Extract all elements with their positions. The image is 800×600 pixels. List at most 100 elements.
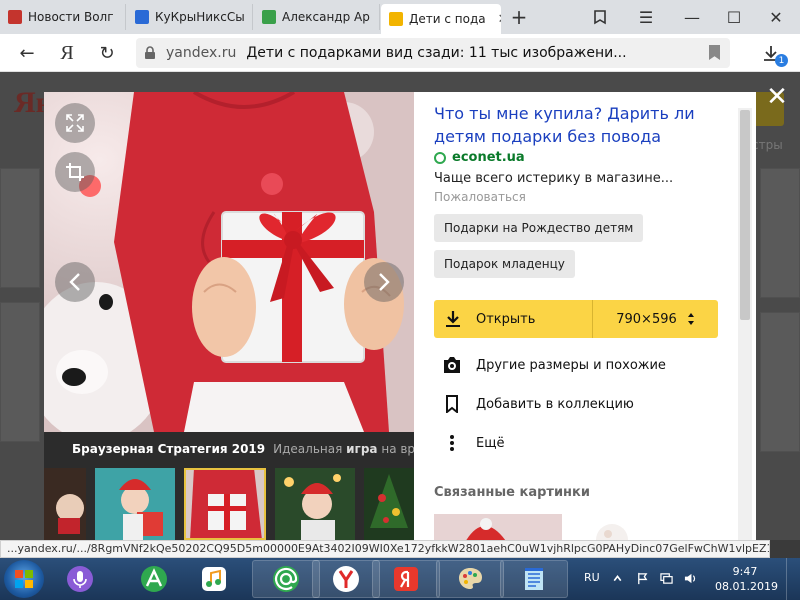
taskbar-app-a[interactable] xyxy=(120,560,188,598)
source-site-link[interactable]: econet.ua xyxy=(434,150,525,165)
strip-thumbnail-selected[interactable] xyxy=(184,468,266,540)
child-with-gift-image xyxy=(44,92,414,432)
taskbar-yandex-browser[interactable] xyxy=(312,560,380,598)
page-thumbnail xyxy=(0,302,40,442)
link-status-bar: ...yandex.ru/.../8RgmVNf2kQe50202CQ95D5m… xyxy=(0,540,770,558)
tray-chevron-icon[interactable] xyxy=(611,572,624,585)
open-image-bar: Открыть 790×596 xyxy=(434,300,718,338)
taskbar-notepad-app[interactable] xyxy=(500,560,568,598)
chevron-left-icon xyxy=(69,273,80,291)
source-page-title-link[interactable]: Что ты мне купила? Дарить ли детям подар… xyxy=(434,102,724,148)
windows-start-button[interactable] xyxy=(4,560,44,598)
green-a-app-icon xyxy=(141,566,167,592)
yandex-y-icon xyxy=(394,567,418,591)
source-domain: econet.ua xyxy=(452,150,525,165)
show-desktop-button[interactable] xyxy=(786,558,800,600)
tag-chip-baby-gift[interactable]: Подарок младенцу xyxy=(434,250,575,278)
bookmark-page-icon[interactable] xyxy=(709,45,720,60)
open-image-button[interactable]: Открыть xyxy=(434,300,592,338)
maximize-icon[interactable]: ☐ xyxy=(718,0,750,34)
taskbar-music-app[interactable] xyxy=(180,560,248,598)
url-domain: yandex.ru xyxy=(166,45,237,61)
taskbar-yandex-app[interactable] xyxy=(372,560,440,598)
yandex-logo-icon[interactable]: Я xyxy=(52,38,82,68)
microphone-icon xyxy=(67,566,93,592)
related-images-heading: Связанные картинки xyxy=(434,485,590,500)
promo-banner[interactable]: Браузерная Стратегия 2019 Идеальная игра… xyxy=(44,432,414,466)
tab-deti-s-podarkami[interactable]: Дети с пода ✕ xyxy=(381,4,501,34)
downloads-count-badge: 1 xyxy=(775,54,788,67)
scrollbar-thumb[interactable] xyxy=(740,110,750,320)
close-window-icon[interactable]: ✕ xyxy=(760,0,792,34)
close-tab-icon[interactable]: ✕ xyxy=(498,12,501,27)
yandex-browser-icon xyxy=(333,566,359,592)
tab-title: Новости Волг xyxy=(28,10,114,24)
report-link[interactable]: Пожаловаться xyxy=(434,190,526,204)
minimize-icon[interactable]: — xyxy=(676,0,708,34)
new-tab-button[interactable]: + xyxy=(503,0,535,34)
camera-search-icon xyxy=(444,357,460,373)
econet-favicon-icon xyxy=(434,151,446,164)
input-language-indicator[interactable]: RU xyxy=(584,571,600,584)
size-updown-icon xyxy=(687,313,694,325)
related-image-thumbnail[interactable] xyxy=(434,514,562,540)
back-arrow-icon[interactable]: ← xyxy=(12,38,42,68)
video-favicon-icon xyxy=(135,10,149,24)
tab-title: Александр Ар xyxy=(282,10,370,24)
tab-kukryniksy[interactable]: КуКрыНиксСы xyxy=(127,4,253,30)
volume-icon[interactable] xyxy=(684,572,697,585)
clock-date: 08.01.2019 xyxy=(715,580,778,593)
image-size-selector[interactable]: 790×596 xyxy=(593,300,718,338)
info-panel-scrollbar[interactable] xyxy=(738,108,752,540)
promo-description: Идеальная игра на времz xyxy=(273,442,414,456)
taskbar-voice-assistant[interactable] xyxy=(46,560,114,598)
network-icon[interactable] xyxy=(660,572,673,585)
expand-image-button[interactable] xyxy=(55,103,95,143)
menu-icon[interactable]: ☰ xyxy=(630,0,662,34)
strip-thumbnail[interactable] xyxy=(95,468,175,540)
more-actions-label: Ещё xyxy=(476,435,505,451)
viewer-main-image[interactable] xyxy=(44,92,414,432)
at-sign-icon xyxy=(273,566,299,592)
previous-image-button[interactable] xyxy=(55,262,95,302)
action-center-flag-icon[interactable] xyxy=(636,572,649,585)
system-clock[interactable]: 9:47 08.01.2019 xyxy=(715,564,778,594)
reload-icon[interactable]: ↻ xyxy=(92,38,122,68)
tab-title: КуКрыНиксСы xyxy=(155,10,245,24)
lock-icon xyxy=(145,46,155,59)
other-sizes-button[interactable]: Другие размеры и похожие xyxy=(442,356,666,374)
taskbar-mail-app[interactable] xyxy=(252,560,320,598)
related-image-thumbnail[interactable] xyxy=(572,514,700,540)
promo-desc-end: на времz xyxy=(381,442,414,456)
similar-images-strip xyxy=(44,466,414,540)
taskbar-paint-app[interactable] xyxy=(436,560,504,598)
other-sizes-label: Другие размеры и похожие xyxy=(476,357,666,373)
promo-desc-bold: игра xyxy=(346,442,378,456)
strip-thumbnail[interactable] xyxy=(44,468,86,540)
tag-chip-christmas-gifts[interactable]: Подарки на Рождество детям xyxy=(434,214,644,242)
next-image-button[interactable] xyxy=(364,262,404,302)
bookmark-icon xyxy=(446,395,458,413)
strip-thumbnail[interactable] xyxy=(275,468,355,540)
crop-image-button[interactable] xyxy=(55,152,95,192)
page-filters-hint: стры xyxy=(752,138,783,152)
page-thumbnail xyxy=(760,312,800,452)
strip-thumbnail[interactable] xyxy=(364,468,414,540)
tab-aleksandr[interactable]: Александр Ар xyxy=(254,4,380,30)
tab-bookmarks-icon[interactable] xyxy=(584,0,616,34)
add-to-collection-button[interactable]: Добавить в коллекцию xyxy=(442,395,634,413)
expand-icon xyxy=(66,114,84,132)
tab-title: Дети с пода xyxy=(409,12,486,26)
green-favicon-icon xyxy=(262,10,276,24)
image-favicon-icon xyxy=(389,12,403,26)
chevron-right-icon xyxy=(379,273,390,291)
more-vertical-icon xyxy=(450,435,454,451)
page-thumbnail xyxy=(0,168,40,288)
address-bar[interactable]: yandex.ru Дети с подарками вид сзади: 11… xyxy=(136,38,730,68)
image-size-label: 790×596 xyxy=(616,311,677,327)
source-snippet: Чаще всего истерику в магазине... xyxy=(434,171,674,186)
more-actions-button[interactable]: Ещё xyxy=(442,434,504,452)
close-viewer-icon[interactable]: ✕ xyxy=(764,84,790,110)
tab-news[interactable]: Новости Волг xyxy=(0,4,126,30)
promo-title: Браузерная Стратегия 2019 xyxy=(72,442,266,456)
